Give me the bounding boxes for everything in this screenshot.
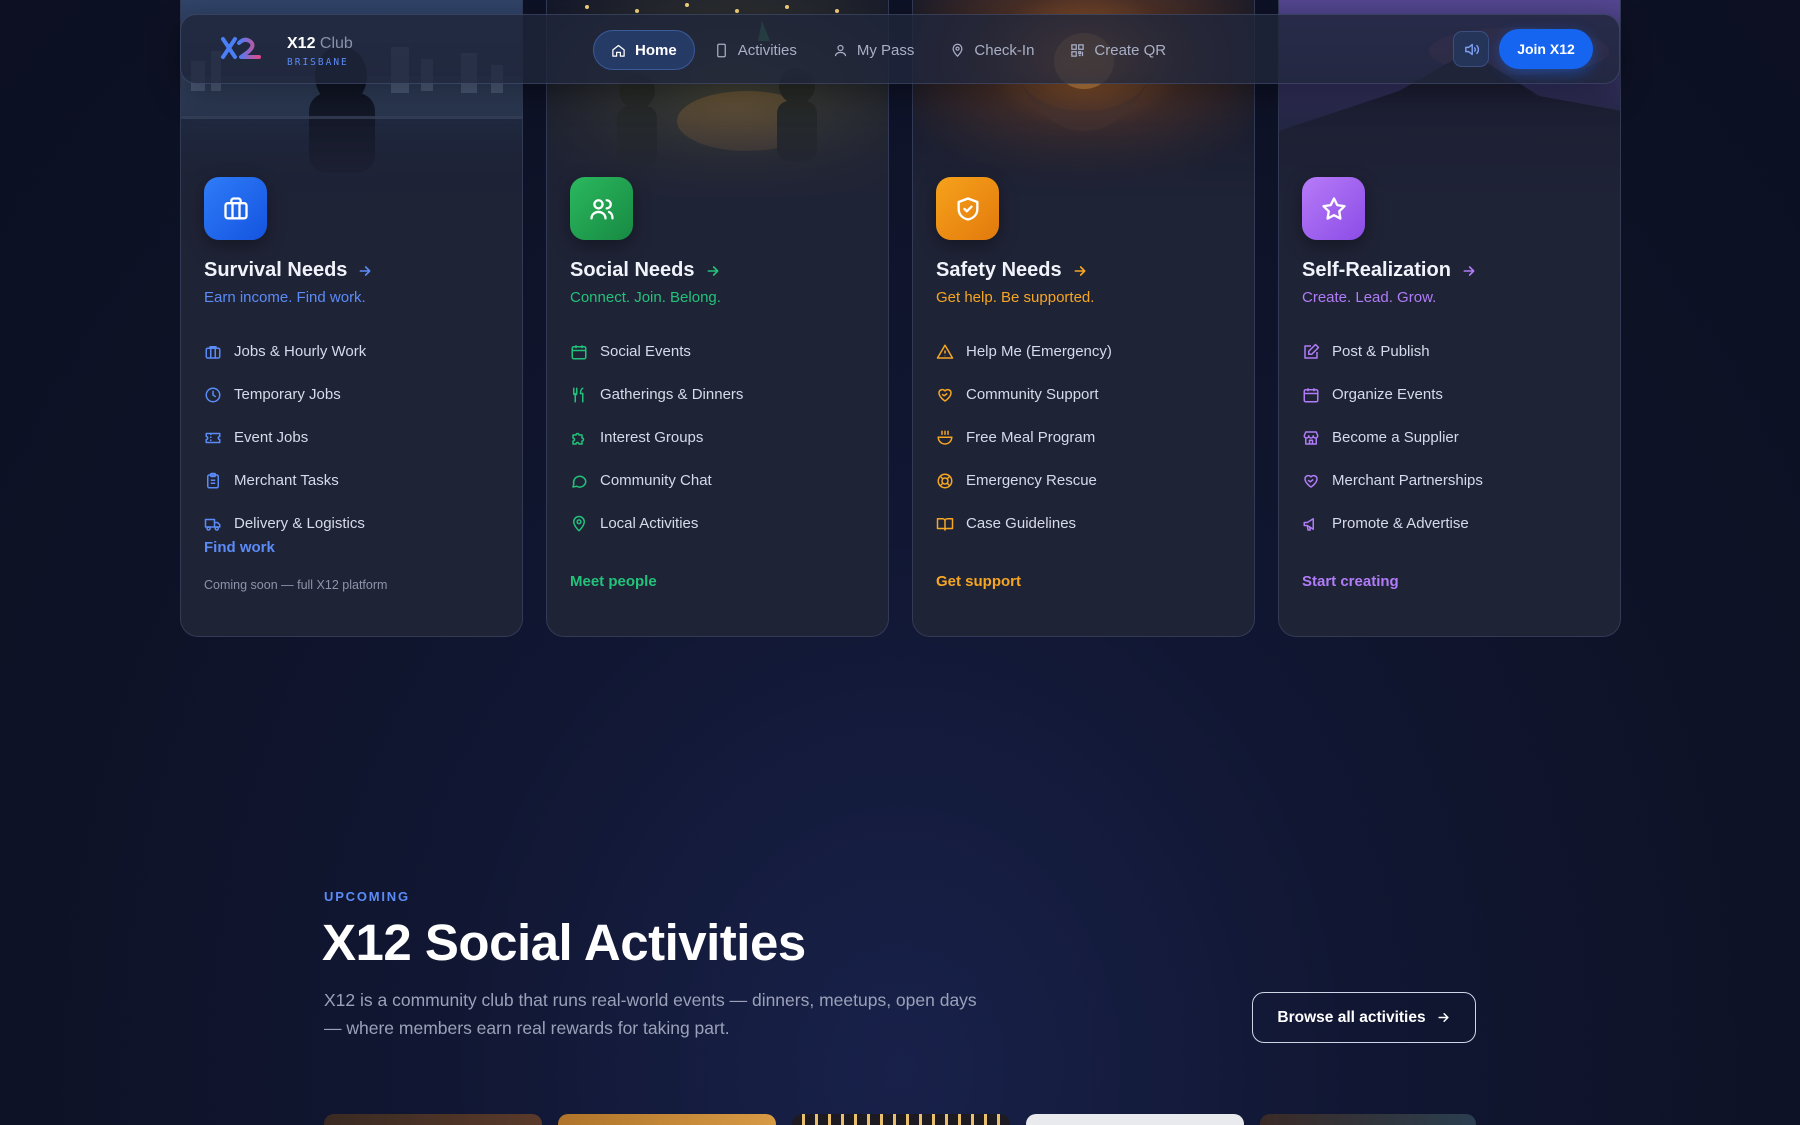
list-item[interactable]: Merchant Tasks [204,459,502,502]
list-item[interactable]: Merchant Partnerships [1302,459,1600,502]
calendar-icon [1303,387,1319,402]
brand-city: BRISBANE [287,57,349,68]
join-button[interactable]: Join X12 [1499,29,1593,69]
user-icon [834,44,846,56]
truck-icon [204,518,221,531]
find-work-link[interactable]: Find work [204,539,275,556]
activity-card[interactable] [324,1114,542,1125]
arrow-right-icon [1463,265,1475,276]
handshake-icon [1304,474,1318,488]
list-item[interactable]: Gatherings & Dinners [570,373,868,416]
ticket-icon [205,432,221,443]
meet-people-link[interactable]: Meet people [570,573,657,590]
utensils-icon [573,387,584,402]
list-item[interactable]: Event Jobs [204,416,502,459]
list-item[interactable]: Case Guidelines [936,502,1234,545]
top-navbar: X12 Club BRISBANE Home Activities My Pas… [180,14,1620,84]
section-title: X12 Social Activities [322,914,806,971]
arrow-right-icon [1437,1013,1449,1022]
card-title: Social Needs [570,259,695,281]
card-tagline: Get help. Be supported. [936,289,1095,306]
activity-card[interactable] [792,1114,1010,1125]
self-realization-tile-icon [1302,177,1365,240]
map-pin-icon [952,43,963,57]
section-description: X12 is a community club that runs real-w… [324,990,977,1038]
arrow-right-icon [1074,265,1086,276]
social-tile-icon [570,177,633,240]
soup-icon [937,430,953,445]
qr-code-icon [1071,43,1085,57]
alert-triangle-icon [936,344,954,359]
card-tagline: Connect. Join. Belong. [570,289,721,306]
clipboard-icon [207,472,219,488]
activity-card[interactable] [1260,1114,1476,1125]
list-item[interactable]: Interest Groups [570,416,868,459]
activity-card[interactable] [1026,1114,1244,1125]
list-item[interactable]: Community Support [936,373,1234,416]
list-item[interactable]: Become a Supplier [1302,416,1600,459]
chat-icon [572,475,587,488]
clock-icon [205,387,221,402]
puzzle-icon [572,432,585,445]
list-item[interactable]: Community Chat [570,459,868,502]
coming-soon-note: Coming soon — full X12 platform [204,578,388,592]
sound-toggle-button[interactable] [1453,31,1489,67]
list-item[interactable]: Jobs & Hourly Work [204,330,502,373]
phone-icon [716,43,726,57]
list-item[interactable]: Temporary Jobs [204,373,502,416]
list-item[interactable]: Local Activities [570,502,868,545]
card-title: Self-Realization [1302,259,1451,281]
activity-card[interactable] [558,1114,776,1125]
store-icon [1303,430,1319,445]
volume-icon [1464,43,1479,55]
briefcase-icon [205,345,221,359]
arrow-right-icon [359,265,371,276]
calendar-icon [571,344,587,359]
card-safety-needs[interactable]: Safety Needs Get help. Be supported. Hel… [912,0,1255,637]
list-item[interactable]: Free Meal Program [936,416,1234,459]
life-buoy-icon [937,473,953,488]
megaphone-icon [1303,517,1314,531]
heart-handshake-icon [938,388,952,402]
nav-home[interactable]: Home [593,30,695,70]
edit-icon [1304,343,1320,359]
map-pin-icon [573,515,585,531]
nav-activities[interactable]: Activities [697,30,814,70]
start-creating-link[interactable]: Start creating [1302,573,1399,590]
nav-create-qr[interactable]: Create QR [1053,30,1183,70]
x12-logo[interactable] [219,35,263,66]
nav-my-pass[interactable]: My Pass [816,30,932,70]
card-title: Survival Needs [204,259,348,281]
list-item[interactable]: Help Me (Emergency) [936,330,1234,373]
book-icon [936,517,954,531]
nav-check-in[interactable]: Check-In [933,30,1051,70]
card-self-realization[interactable]: Self-Realization Create. Lead. Grow. Pos… [1278,0,1621,637]
survival-tile-icon [204,177,267,240]
get-support-link[interactable]: Get support [936,573,1021,590]
section-eyebrow: UPCOMING [324,889,410,904]
list-item[interactable]: Social Events [570,330,868,373]
list-item[interactable]: Promote & Advertise [1302,502,1600,545]
card-tagline: Create. Lead. Grow. [1302,289,1437,306]
browse-all-activities-button[interactable]: Browse all activities [1252,992,1476,1043]
list-item[interactable]: Organize Events [1302,373,1600,416]
brand-wordmark[interactable]: X12 Club BRISBANE [287,35,353,68]
card-tagline: Earn income. Find work. [204,289,366,306]
card-survival-needs[interactable]: Survival Needs Earn income. Find work. J… [180,0,523,637]
safety-tile-icon [936,177,999,240]
list-item[interactable]: Emergency Rescue [936,459,1234,502]
home-icon [612,44,625,57]
arrow-right-icon [707,265,718,276]
card-social-needs[interactable]: Social Needs Connect. Join. Belong. Soci… [546,0,889,637]
card-title: Safety Needs [936,259,1062,281]
list-item[interactable]: Post & Publish [1302,330,1600,373]
